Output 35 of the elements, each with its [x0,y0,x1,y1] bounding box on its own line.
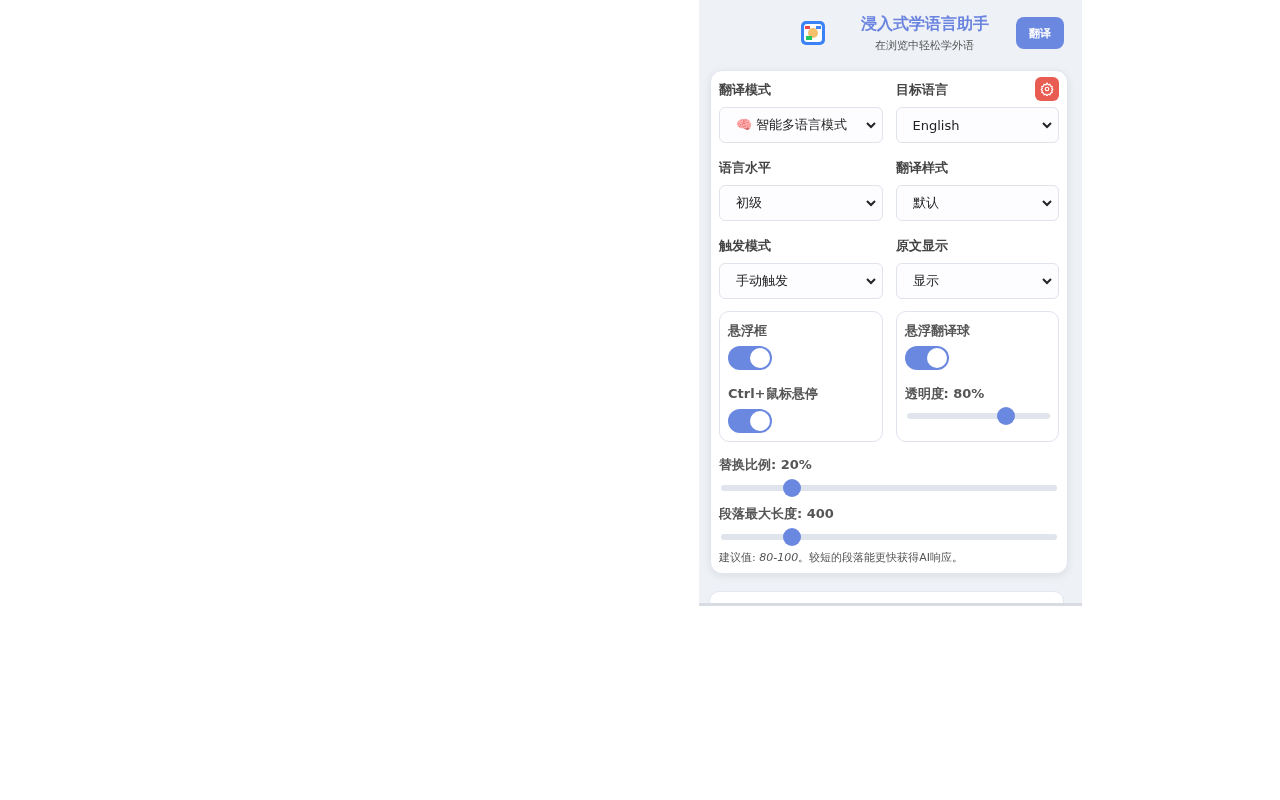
option-label: Ctrl+鼠标悬停 [728,385,818,403]
option-label: 悬浮翻译球 [904,322,970,340]
field-label: 翻译样式 [895,159,948,177]
chevron-icon [1042,121,1052,129]
app-title: 浸入式学语言助手 [860,13,989,35]
field-label: 翻译模式 [719,81,771,99]
toggle-switch[interactable] [904,346,949,370]
select-field[interactable]: 初级 [719,185,883,221]
field-label: 目标语言 [895,81,948,99]
slider-thumb[interactable] [782,479,801,497]
select-field[interactable]: 显示 [895,263,1059,299]
chevron-icon [865,199,876,207]
select-field[interactable]: 手动触发 [719,263,883,299]
select-field[interactable]: English [895,107,1059,143]
select-field[interactable]: 🧠 智能多语言模式 [719,107,883,143]
slider-thumb[interactable] [996,407,1015,425]
field-label: 语言水平 [719,159,771,177]
toggle-switch[interactable] [728,346,772,370]
field-label: 原文显示 [895,237,948,255]
app-logo-icon [801,21,825,45]
app-subtitle: 在浏览中轻松学外语 [875,37,974,53]
hint-text: 建议值: 80-100。较短的段落能更快获得AI响应。 [719,550,964,565]
slider-label: 替换比例: 20% [719,456,812,474]
chevron-icon [1042,277,1052,285]
chevron-icon [865,277,876,285]
toggle-switch[interactable] [728,409,772,433]
chevron-icon [865,121,876,129]
select-field[interactable]: 默认 [895,185,1059,221]
option-label: 悬浮框 [728,322,767,340]
chevron-icon [1042,199,1052,207]
field-label: 触发模式 [719,237,771,255]
slider-label: 段落最大长度: 400 [719,505,834,523]
slider-thumb[interactable] [782,528,801,546]
settings-icon[interactable] [1035,77,1059,101]
option-label: 透明度: 80% [904,385,985,403]
